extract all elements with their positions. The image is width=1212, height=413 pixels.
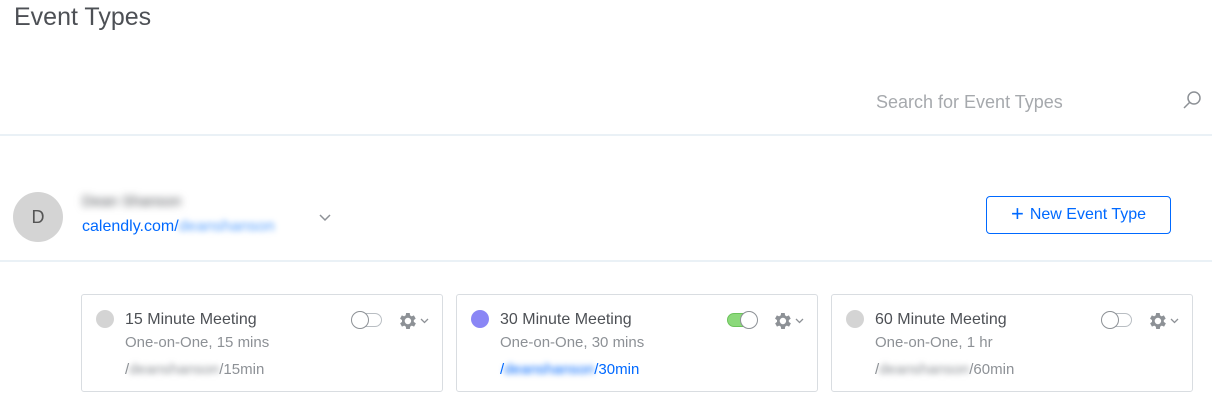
event-url-slug: deanshanson xyxy=(879,361,970,378)
event-url-suffix: /60min xyxy=(969,361,1015,378)
event-types-page: Event Types D Dean Shanson calendly.com/… xyxy=(0,0,1212,413)
event-subtitle: One-on-One, 15 mins xyxy=(125,334,270,351)
avatar: D xyxy=(13,192,63,242)
event-url-suffix: /15min xyxy=(219,361,265,378)
event-color-dot xyxy=(96,310,114,328)
event-url-suffix: /30min xyxy=(594,361,640,378)
user-link-slug: deanshanson xyxy=(178,218,275,235)
event-enable-toggle[interactable] xyxy=(1101,311,1132,329)
gear-icon[interactable] xyxy=(1146,310,1168,332)
user-scheduling-link[interactable]: calendly.com/deanshanson xyxy=(82,218,275,236)
event-enable-toggle[interactable] xyxy=(351,311,382,329)
search-icon[interactable] xyxy=(1182,90,1202,110)
chevron-down-icon[interactable] xyxy=(795,318,804,324)
search-input[interactable] xyxy=(872,88,1176,116)
event-url[interactable]: /deanshanson/15min xyxy=(125,361,264,378)
event-enable-toggle[interactable] xyxy=(727,311,758,329)
user-link-prefix: calendly.com/ xyxy=(82,218,179,235)
event-url-slug: deanshanson xyxy=(504,361,595,378)
event-subtitle: One-on-One, 30 mins xyxy=(500,334,645,351)
event-type-card[interactable]: 15 Minute Meeting One-on-One, 15 mins /d… xyxy=(81,294,443,392)
event-url-slug: deanshanson xyxy=(129,361,220,378)
gear-icon[interactable] xyxy=(771,310,793,332)
page-title: Event Types xyxy=(14,3,152,31)
plus-icon: + xyxy=(1010,201,1024,226)
chevron-down-icon[interactable] xyxy=(420,318,429,324)
event-url[interactable]: /deanshanson/30min xyxy=(500,361,639,378)
event-color-dot xyxy=(846,310,864,328)
event-subtitle: One-on-One, 1 hr xyxy=(875,334,993,351)
toggle-knob xyxy=(1101,311,1119,329)
chevron-down-icon[interactable] xyxy=(1170,318,1179,324)
toggle-knob xyxy=(351,311,369,329)
new-event-type-label: New Event Type xyxy=(1029,206,1147,223)
gear-icon[interactable] xyxy=(396,310,418,332)
event-title[interactable]: 60 Minute Meeting xyxy=(875,311,1007,329)
chevron-down-icon[interactable] xyxy=(318,213,332,223)
event-title[interactable]: 30 Minute Meeting xyxy=(500,311,632,329)
event-url[interactable]: /deanshanson/60min xyxy=(875,361,1014,378)
toggle-knob xyxy=(740,311,758,329)
event-color-dot xyxy=(471,310,489,328)
event-type-card[interactable]: 30 Minute Meeting One-on-One, 30 mins /d… xyxy=(456,294,818,392)
new-event-type-button[interactable]: + New Event Type xyxy=(986,196,1171,234)
event-type-card[interactable]: 60 Minute Meeting One-on-One, 1 hr /dean… xyxy=(831,294,1193,392)
search-bar xyxy=(0,80,1212,136)
event-title[interactable]: 15 Minute Meeting xyxy=(125,311,257,329)
user-profile-row: D Dean Shanson calendly.com/deanshanson … xyxy=(0,160,1212,262)
user-name: Dean Shanson xyxy=(82,193,182,210)
